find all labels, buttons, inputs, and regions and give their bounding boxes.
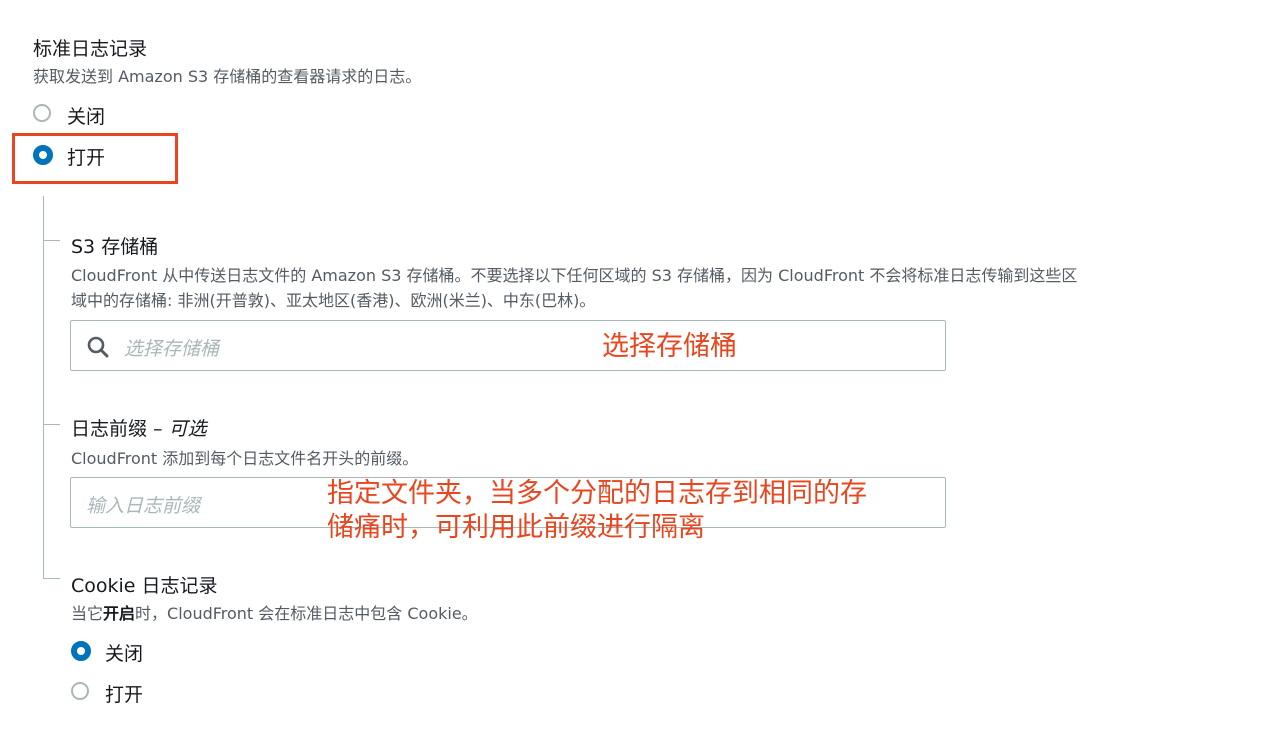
log-prefix-optional: 可选 <box>168 418 207 440</box>
cookie-desc-before: 当它 <box>71 604 104 623</box>
log-prefix-title-sep: – <box>147 418 169 440</box>
cookie-option-on[interactable]: 打开 <box>71 680 191 706</box>
annotation-prefix-line2: 储痛时，可利用此前缀进行隔离 <box>327 512 705 543</box>
s3-bucket-description-line1: CloudFront 从中传送日志文件的 Amazon S3 存储桶。不要选择以… <box>71 266 1078 285</box>
cookie-desc-bold: 开启 <box>103 604 136 623</box>
log-prefix-placeholder: 输入日志前缀 <box>86 495 201 517</box>
s3-bucket-placeholder: 选择存储桶 <box>124 338 220 360</box>
log-prefix-title: 日志前缀 – 可选 <box>71 414 207 441</box>
annotation-prefix-line1: 指定文件夹，当多个分配的日志存到相同的存 <box>327 478 867 509</box>
s3-bucket-title: S3 存储桶 <box>71 236 159 258</box>
standard-logging-title: 标准日志记录 <box>33 38 148 60</box>
cookie-logging-title: Cookie 日志记录 <box>71 575 218 597</box>
search-icon <box>87 336 109 358</box>
tree-vertical-line <box>43 196 44 578</box>
tree-branch-prefix <box>43 424 60 425</box>
cookie-option-off[interactable]: 关闭 <box>71 639 191 665</box>
option-label-off: 关闭 <box>67 106 106 128</box>
tree-branch-s3 <box>43 240 60 241</box>
s3-bucket-search-input[interactable]: 选择存储桶 <box>70 320 946 371</box>
standard-logging-description: 获取发送到 Amazon S3 存储桶的查看器请求的日志。 <box>33 67 422 86</box>
cookie-option-label-off: 关闭 <box>105 643 144 665</box>
tree-branch-cookie <box>43 578 60 579</box>
cookie-desc-after: 时，CloudFront 会在标准日志中包含 Cookie。 <box>135 604 478 623</box>
cookie-radio-on[interactable] <box>71 682 89 700</box>
standard-logging-option-on[interactable]: 打开 <box>33 143 153 169</box>
annotation-select-bucket: 选择存储桶 <box>602 331 737 362</box>
radio-off[interactable] <box>33 104 51 122</box>
log-prefix-description: CloudFront 添加到每个日志文件名开头的前缀。 <box>71 449 419 468</box>
standard-logging-option-off[interactable]: 关闭 <box>33 102 153 128</box>
cookie-option-label-on: 打开 <box>105 684 144 706</box>
radio-on[interactable] <box>33 145 53 165</box>
cookie-radio-off[interactable] <box>71 641 91 661</box>
cookie-logging-description: 当它开启时，CloudFront 会在标准日志中包含 Cookie。 <box>71 600 478 628</box>
option-label-on: 打开 <box>67 147 106 169</box>
s3-bucket-description-line2: 域中的存储桶: 非洲(开普敦)、亚太地区(香港)、欧洲(米兰)、中东(巴林)。 <box>71 291 596 310</box>
log-prefix-title-text: 日志前缀 <box>71 418 148 440</box>
